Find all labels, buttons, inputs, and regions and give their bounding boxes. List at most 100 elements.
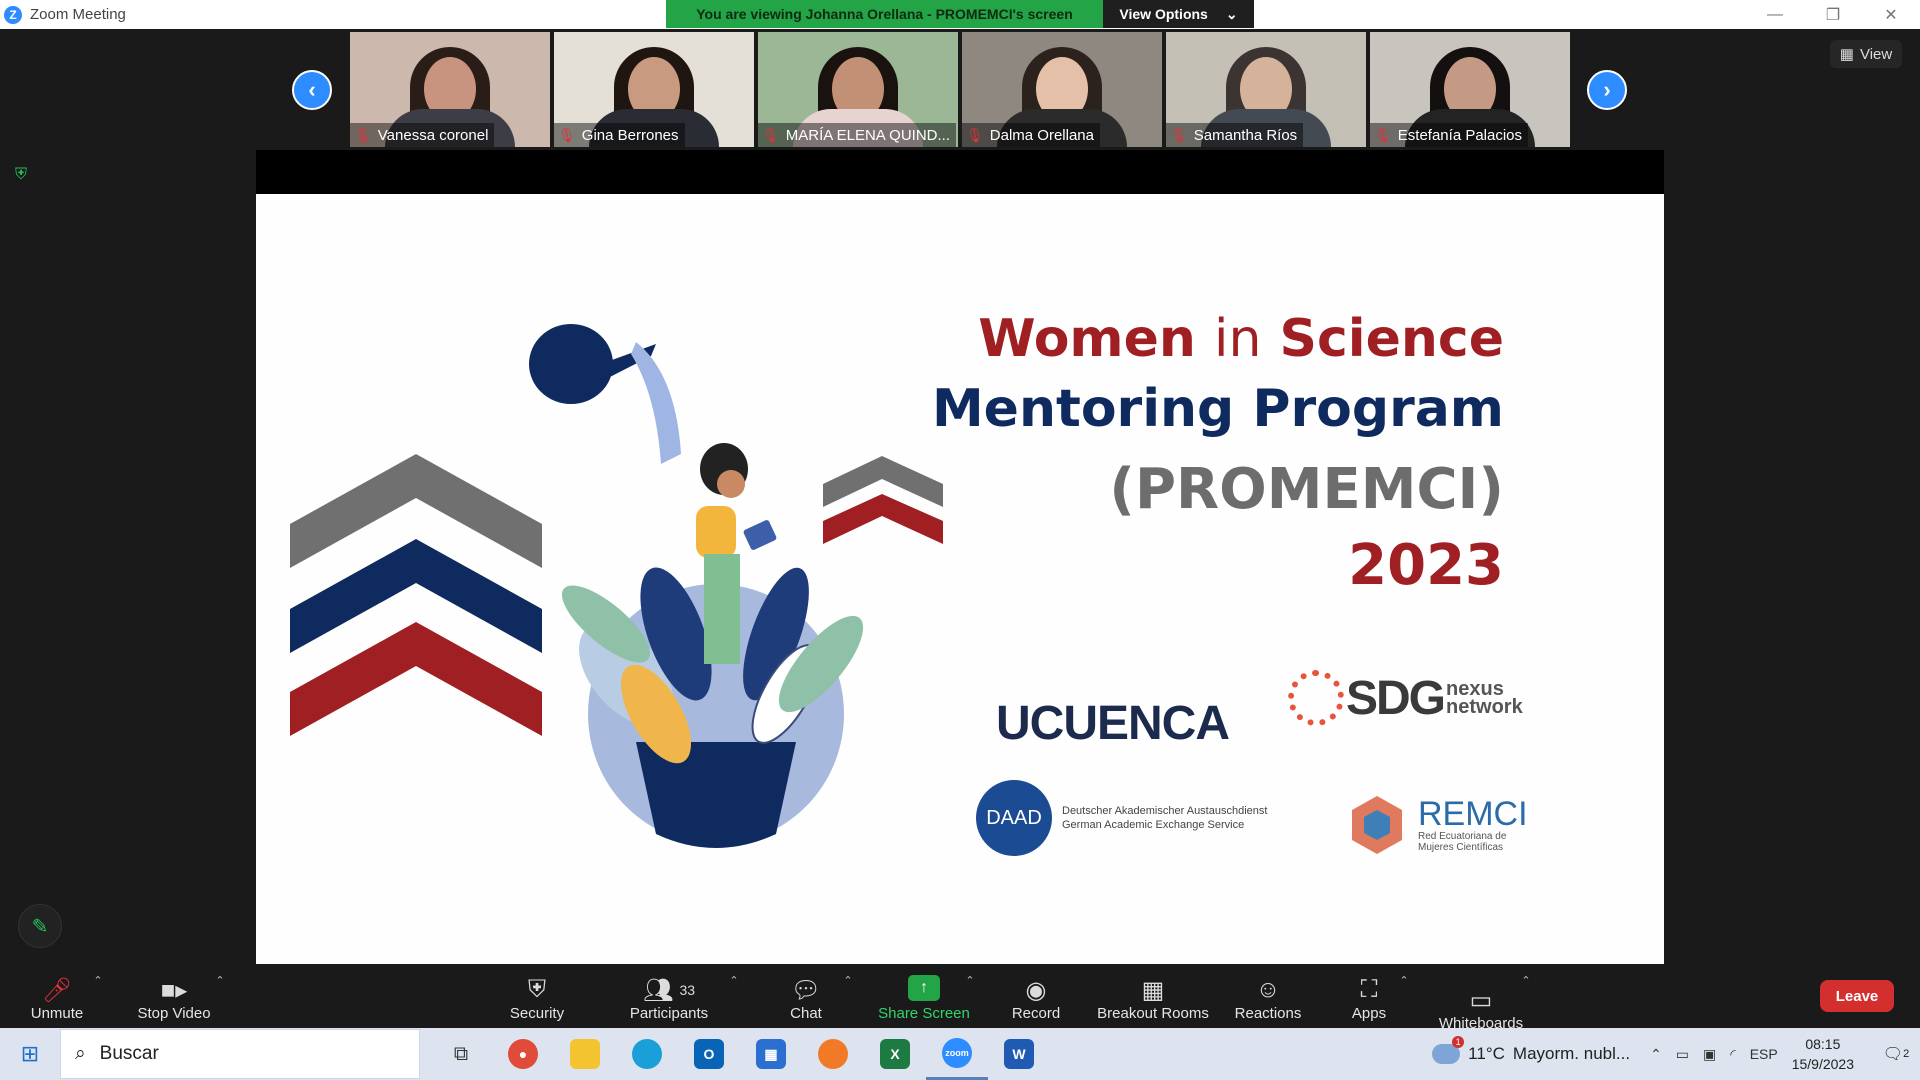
battery-icon[interactable]: ▭ [1676,1046,1689,1063]
security-button[interactable]: ⛨ Security [506,964,568,1028]
chat-label: Chat [790,1005,822,1022]
participants-label: Participants [629,1005,709,1022]
shared-slide: Women in Science Mentoring Program (PROM… [256,194,1664,964]
view-options-label: View Options [1119,6,1208,22]
chrome-app[interactable]: ● [492,1028,554,1080]
whiteboards-options-caret[interactable]: ⌃ [1518,964,1534,1028]
firefox-app[interactable] [802,1028,864,1080]
unmute-label: Unmute [30,1005,84,1022]
annotate-pen-button[interactable]: ✎ [18,904,62,948]
outlook-app[interactable]: O [678,1028,740,1080]
notifications-button[interactable]: 🗨︎ 2 [1876,1044,1916,1064]
mic-muted-icon: 🎙︎ [1374,126,1392,143]
language-indicator[interactable]: ESP [1750,1046,1778,1063]
participant-name: Samantha Ríos [1193,126,1298,144]
record-button[interactable]: ◉ Record [1010,964,1062,1028]
pen-icon: ✎ [31,915,49,938]
caret-up-icon: ⌃ [1399,975,1409,987]
participant-name: Estefanía Palacios [1397,126,1523,144]
small-chevrons-graphic [823,456,943,544]
apps-options-caret[interactable]: ⌃ [1396,964,1412,1028]
leave-button[interactable]: Leave [1820,980,1894,1012]
caret-up-icon: ⌃ [965,975,975,987]
search-placeholder: Buscar [99,1043,159,1064]
minimize-button[interactable]: — [1746,0,1804,29]
clock-time: 08:15 [1805,1036,1841,1052]
participant-tile[interactable]: 🎙︎ Dalma Orellana [962,32,1162,147]
wifi-icon[interactable]: ◜ [1730,1046,1735,1063]
breakout-rooms-button[interactable]: ▦ Breakout Rooms [1096,964,1210,1028]
participant-tile[interactable]: 🎙︎ Samantha Ríos [1166,32,1366,147]
chat-options-caret[interactable]: ⌃ [840,964,856,1028]
gallery-prev-button[interactable]: ‹ [292,70,332,110]
cloud-icon: 1 [1432,1036,1465,1064]
zoom-logo-icon: Z [4,5,22,24]
store-app[interactable]: ▦ [740,1028,802,1080]
participant-tile[interactable]: 🎙︎ MARÍA ELENA QUIND... [758,32,958,147]
participant-name-label: 🎙︎ Dalma Orellana [962,123,1100,147]
task-view-icon: ⧉ [453,1042,469,1065]
sdg-text: SDG [1346,671,1446,725]
mic-muted-icon: 🎙︎ [762,126,780,143]
taskbar-clock[interactable]: 08:15 15/9/2023 [1792,1034,1854,1074]
reactions-button[interactable]: ☺ Reactions [1234,964,1302,1028]
title-line-3: (PROMEMCI) [1109,457,1504,522]
sdg-sub-2: network [1446,696,1523,718]
chat-button[interactable]: 💬︎ Chat [786,964,826,1028]
view-label: View [1859,45,1893,63]
windows-start-button[interactable]: ⊞ [0,1028,60,1080]
view-button[interactable]: ▦ View [1830,40,1902,68]
close-button[interactable]: ✕ [1862,0,1920,29]
view-options-button[interactable]: View Options ⌄ [1103,0,1254,28]
smiley-plus-icon: ☺ [1255,976,1281,1003]
share-screen-label: Share Screen [878,1005,970,1022]
participants-options-caret[interactable]: ⌃ [726,964,742,1028]
share-options-caret[interactable]: ⌃ [962,964,978,1028]
window-title: Zoom Meeting [30,6,126,23]
title-line-1: Women in Science [932,304,1504,374]
word-icon: W [1004,1039,1034,1069]
encryption-shield-icon[interactable]: ⛨ [15,166,35,186]
mic-muted-icon: 🎤︎ [41,976,73,1004]
zoom-app[interactable]: zoom [926,1028,988,1080]
stop-video-button[interactable]: ■▸ Stop Video [130,964,218,1028]
edge-icon [632,1039,662,1069]
unmute-button[interactable]: 🎤︎ Unmute [20,964,94,1028]
chevron-up-icon[interactable]: ⌃ [1650,1046,1662,1063]
caret-up-icon: ⌃ [729,975,739,987]
sdg-nexus-logo: SDG nexus network [1288,670,1523,726]
task-view-button[interactable]: ⧉ [430,1028,492,1080]
whiteboards-button[interactable]: ▭ Whiteboards [1436,964,1526,1029]
gallery-next-button[interactable]: › [1587,70,1627,110]
participant-name: Dalma Orellana [989,126,1094,144]
watering-can-graphic [529,324,681,464]
system-tray: 1 11°C Mayorm. nubl... ⌃ ▭ ▣ ◜ ESP 08:15… [1432,1028,1920,1080]
gallery-strip: 🎙︎ Vanessa coronel 🎙︎ Gina Berrones 🎙︎ MARÍA … [350,32,1570,147]
display-icon[interactable]: ▣ [1703,1046,1716,1063]
daad-line-2: German Academic Exchange Service [1062,819,1245,831]
daad-circle: DAAD [976,780,1052,856]
video-options-caret[interactable]: ⌃ [212,964,228,1028]
participant-tile[interactable]: 🎙︎ Vanessa coronel [350,32,550,147]
folder-icon [570,1039,600,1069]
shield-icon: ⛨ [528,976,546,1003]
participant-tile[interactable]: 🎙︎ Gina Berrones [554,32,754,147]
audio-options-caret[interactable]: ⌃ [90,964,106,1028]
participant-name-label: 🎙︎ Samantha Ríos [1166,123,1304,147]
excel-app[interactable]: X [864,1028,926,1080]
word-app[interactable]: W [988,1028,1050,1080]
restore-button[interactable]: ❐ [1804,0,1862,29]
participants-button[interactable]: 👥︎ 33 Participants [622,964,716,1028]
participant-tile[interactable]: 🎙︎ Estefanía Palacios [1370,32,1570,147]
mic-muted-icon: 🎙︎ [966,126,984,143]
apps-button[interactable]: ⛶ Apps [1352,964,1386,1028]
remci-name: REMCI [1418,795,1528,833]
weather-widget[interactable]: 1 11°C Mayorm. nubl... [1432,1036,1630,1064]
apps-label: Apps [1352,1005,1386,1022]
file-explorer-app[interactable] [554,1028,616,1080]
share-screen-button[interactable]: ↑ Share Screen [876,964,972,1028]
mic-muted-icon: 🎙︎ [354,126,372,143]
taskbar-search-box[interactable]: ⌕ Buscar [60,1029,420,1079]
title-word-women: Women [978,309,1196,369]
edge-app[interactable] [616,1028,678,1080]
